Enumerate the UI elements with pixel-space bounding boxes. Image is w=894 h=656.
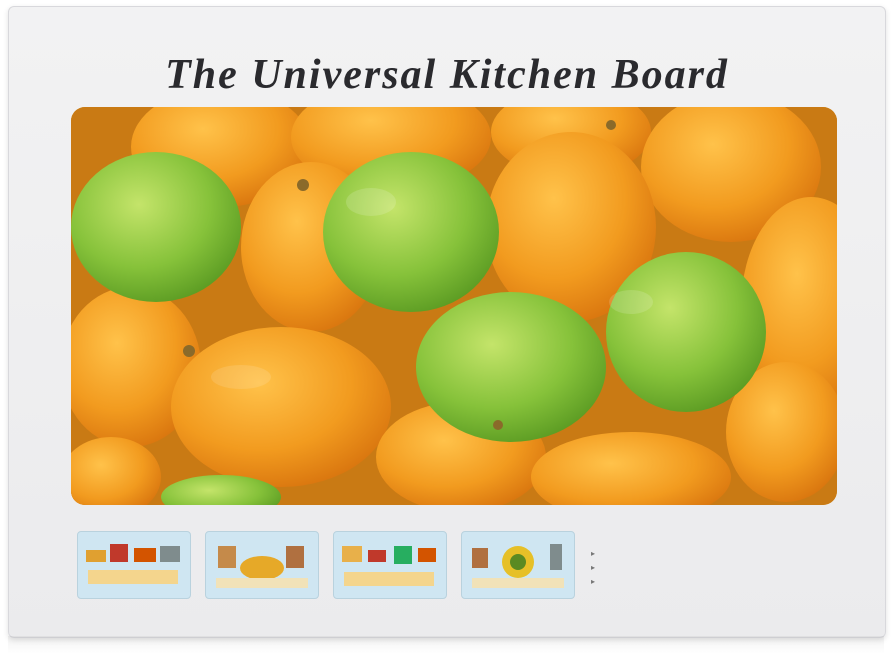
- feature-item: [591, 547, 831, 561]
- lemons-limes-image: [71, 107, 837, 505]
- thumbnail-caption: [79, 517, 189, 527]
- thumbnail-1: [77, 517, 191, 603]
- thumbnail-4: [461, 517, 575, 603]
- box-shadow-reflection: [8, 636, 884, 654]
- feature-item: [591, 561, 831, 575]
- usage-thumbnails: [77, 517, 587, 607]
- thumbnail-3: [333, 517, 447, 603]
- thumbnail-caption: [335, 517, 445, 527]
- thumbnail-2: [205, 517, 319, 603]
- feature-list: [591, 547, 831, 589]
- thumbnail-caption: [463, 517, 573, 527]
- product-title: The Universal Kitchen Board: [165, 52, 729, 98]
- thumbnail-caption: [207, 517, 317, 527]
- fruit-photo: [71, 107, 837, 505]
- pot-stand-thumbnail: [205, 531, 319, 599]
- feature-item: [591, 575, 831, 589]
- kitchen-scene-thumbnail: [77, 531, 191, 599]
- serving-board-thumbnail: [333, 531, 447, 599]
- worktop-saver-thumbnail: [461, 531, 575, 599]
- product-box: The Universal Kitchen Board: [8, 6, 886, 638]
